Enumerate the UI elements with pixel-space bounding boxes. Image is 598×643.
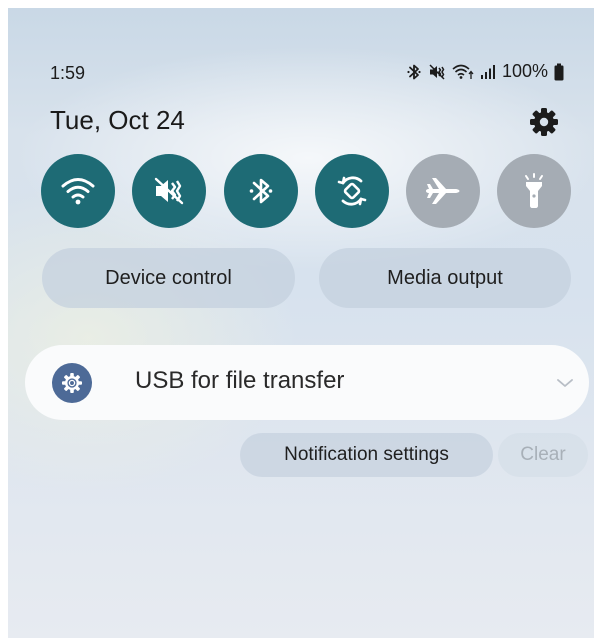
- toggle-bluetooth[interactable]: [224, 154, 298, 228]
- battery-icon: [554, 63, 564, 81]
- wifi-data-icon: [452, 63, 474, 81]
- toggle-auto-rotate[interactable]: [315, 154, 389, 228]
- date-label: Tue, Oct 24: [50, 105, 185, 135]
- mute-icon: [428, 63, 446, 81]
- clear-button[interactable]: Clear: [498, 433, 588, 477]
- mute-icon: [154, 177, 184, 205]
- toggle-mute[interactable]: [132, 154, 206, 228]
- signal-icon: [480, 63, 496, 81]
- battery-percent: 100%: [501, 61, 548, 81]
- notification-settings-button[interactable]: Notification settings: [240, 433, 493, 477]
- status-time: 1:59: [50, 63, 86, 83]
- chevron-down-icon: [557, 379, 573, 387]
- gear-icon: [530, 108, 558, 136]
- usb-notification[interactable]: USB for file transfer: [25, 345, 589, 420]
- toggle-flashlight[interactable]: [497, 154, 571, 228]
- expand-button[interactable]: [555, 375, 575, 391]
- status-icons: 100%: [406, 61, 564, 82]
- bluetooth-icon: [249, 178, 273, 204]
- settings-button[interactable]: [528, 106, 560, 138]
- airplane-icon: [426, 178, 460, 204]
- notification-shade: 1:59 100% Tue, Oct 24 Device control Med…: [8, 8, 594, 638]
- quick-toggles: [41, 154, 571, 228]
- media-output-button[interactable]: Media output: [319, 248, 571, 308]
- notification-title: USB for file transfer: [135, 367, 345, 394]
- device-control-button[interactable]: Device control: [42, 248, 295, 308]
- wifi-icon: [61, 178, 95, 205]
- bluetooth-icon: [406, 63, 422, 81]
- rotate-icon: [337, 176, 367, 206]
- notification-icon: [52, 363, 92, 403]
- toggle-wifi[interactable]: [41, 154, 115, 228]
- usb-settings-icon: [62, 373, 82, 393]
- toggle-airplane[interactable]: [406, 154, 480, 228]
- flashlight-icon: [525, 173, 543, 208]
